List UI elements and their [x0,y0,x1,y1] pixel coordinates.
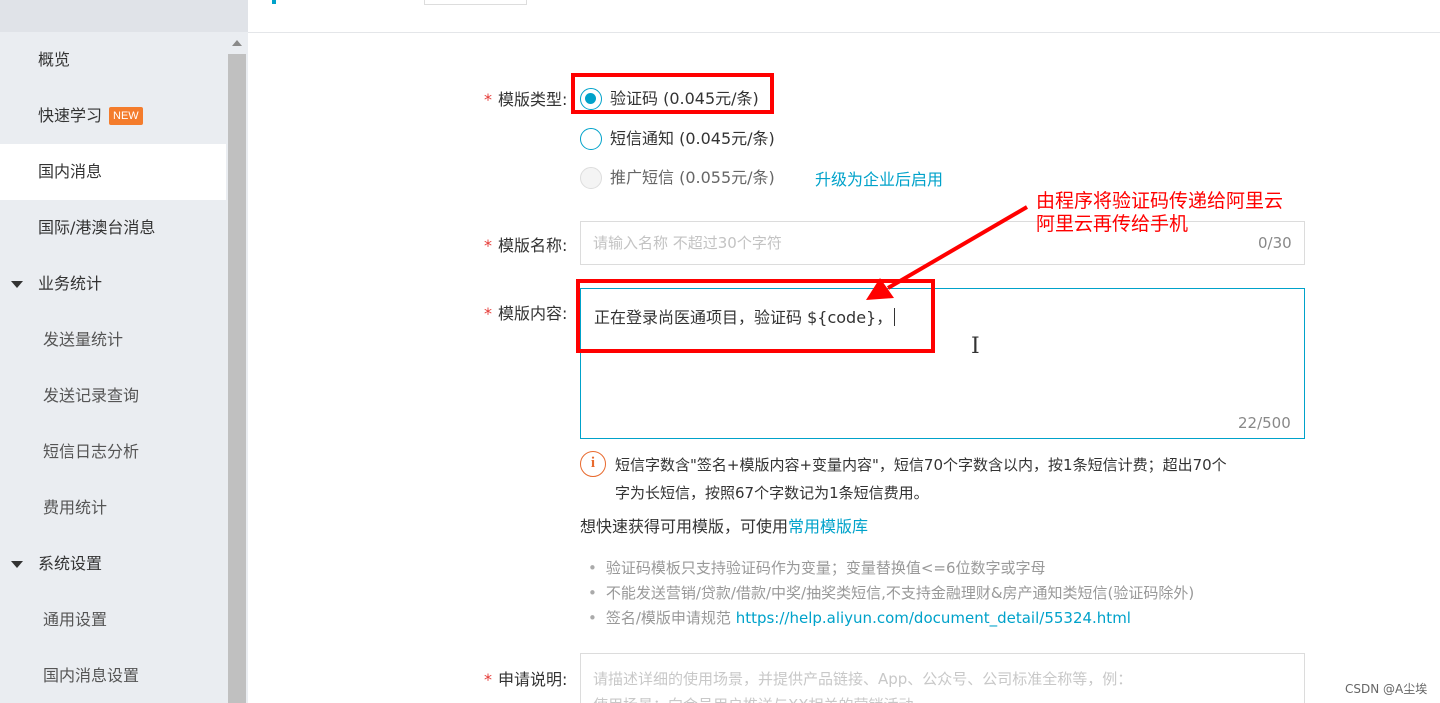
annotation-arrow [866,205,1029,300]
watermark: CSDN @A尘埃 [1345,682,1428,696]
annotation-text: 由程序将验证码传递给阿里云 阿里云再传给手机 [1036,190,1284,235]
